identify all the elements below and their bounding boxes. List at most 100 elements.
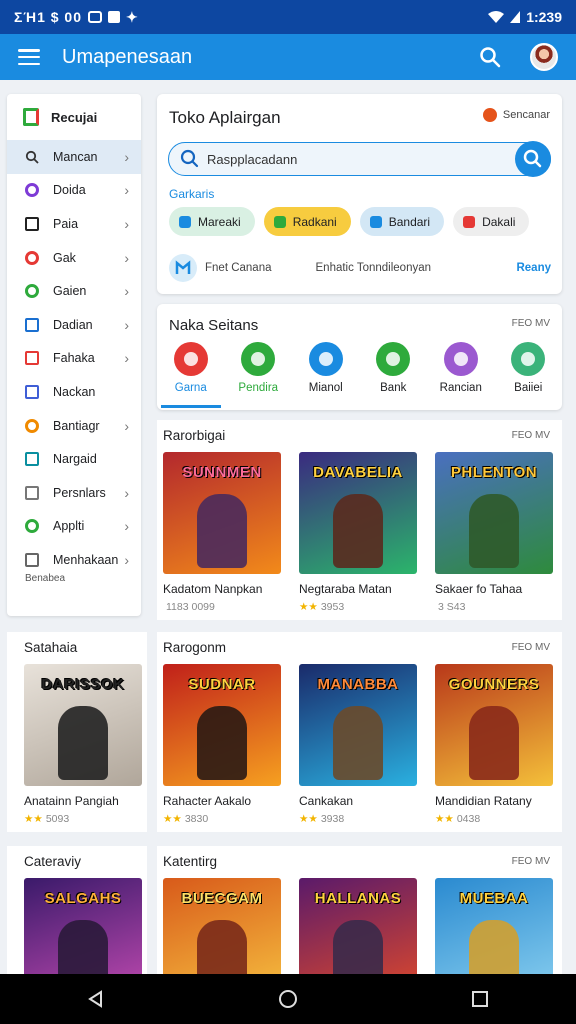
category-chip[interactable]: Mareaki [169,207,255,236]
star-rating: ★★ [435,813,454,825]
category-chip[interactable]: Bandari [359,207,445,236]
chevron-right-icon: › [124,283,129,300]
game-name: Mandidian Ratany [435,794,532,808]
game-meta: 1183 0099 [163,601,281,613]
sidebar-item[interactable]: Dadian › [7,308,141,342]
recents-button[interactable] [460,979,500,1019]
sidebar-item[interactable]: Paia › [7,207,141,241]
chip-label: Dakali [482,214,516,229]
sidebar-item[interactable]: Persnlars › [7,476,141,510]
game-card[interactable]: SUDNAR Rahacter Aakalo ★★ 3830 [163,664,281,825]
wifi-icon [488,11,505,23]
status-left: ΣΉ1 $ 00 ✦ [14,9,139,26]
menu-icon[interactable] [18,49,40,65]
cover-title: SUDNAR [188,676,256,693]
app-item[interactable]: Rancian [431,342,491,408]
game-section: Katentirg FEO MV BUECGAM HALLANAS MUEBAA [157,846,562,1000]
search-icon[interactable] [478,45,502,69]
notification-icon [108,11,121,23]
chevron-right-icon: › [124,518,129,535]
chat-icon [25,485,39,500]
game-cover: MANABBA [299,664,417,786]
sidebar-item[interactable]: Nargaid [7,442,141,476]
ready-link[interactable]: Reany [516,262,551,274]
game-meta-value: 3953 [320,601,345,613]
sidebar-item[interactable]: Gaien › [7,274,141,308]
chart-icon [25,317,39,332]
category-chip[interactable]: Radkani [263,207,351,236]
cover-title: SUNNMEN [182,464,262,481]
game-card[interactable]: MANABBA Cankakan ★★ 3938 [299,664,417,825]
home-button[interactable] [268,979,308,1019]
search-icon [25,150,39,164]
more-link[interactable]: FEO MV [512,318,550,329]
store-title: Toko Aplairgan [169,108,281,127]
app-item[interactable]: Garna [160,342,221,408]
app-item[interactable]: Bank [363,342,423,408]
document-icon [25,216,39,231]
sidebar-item-label: Nargaid [53,452,97,467]
game-card[interactable]: DARISSOK Anatainn Pangiah ★★ 5093 [24,664,142,825]
app-logo-icon [23,108,39,126]
game-meta: ★★ 0438 [435,813,553,825]
sidebar-item[interactable]: Menhakaan › [7,543,141,577]
game-name: Negtaraba Matan [299,582,392,596]
game-card[interactable]: DAVABELIA Negtaraba Matan ★★ 3953 [299,452,417,613]
category-chips: Mareaki Radkani Bandari Dakali [169,207,530,236]
back-button[interactable] [76,979,116,1019]
sidebar-item[interactable]: Mancan › [7,140,141,174]
game-meta: ★★ 3938 [299,813,417,825]
star-rating: ★★ [24,813,43,825]
game-meta-value: 3830 [184,813,209,825]
sidebar-item[interactable]: Gak › [7,241,141,275]
ring-icon [25,519,39,534]
play-icon [173,342,208,376]
signal-icon [510,11,521,23]
game-cover: DARISSOK [24,664,142,786]
star-rating: ★★ [299,601,318,613]
game-card[interactable]: SUNNMEN Kadatom Nanpkan 1183 0099 [163,452,281,613]
chevron-right-icon: › [124,316,129,333]
sidebar-header[interactable]: Recujai [7,94,141,140]
app-item[interactable]: Mianol [296,342,356,408]
game-card[interactable]: PHLENTON Sakaer fo Tahaa 3 S43 [435,452,553,613]
app-label: Mianol [308,382,343,394]
store-badge[interactable]: Sencanar [482,108,550,122]
sidebar-item[interactable]: Applti › [7,510,141,544]
app-item[interactable]: Baiiei [498,342,558,408]
status-right: 1:239 [488,9,562,25]
game-meta: ★★ 3830 [163,813,281,825]
sidebar-item[interactable]: Bantiagr › [7,409,141,443]
side-game-section: Satahaia DARISSOK Anatainn Pangiah ★★ 5093 [7,632,147,832]
more-link[interactable]: FEO MV [512,856,550,867]
sidebar-item-label: Nackan [53,384,96,399]
game-meta-value: 1183 0099 [166,601,215,613]
more-link[interactable]: FEO MV [512,642,550,653]
sidebar-item[interactable]: Nackan [7,375,141,409]
calendar-icon [25,351,39,366]
sidebar-item[interactable]: Doida › [7,174,141,208]
section-title: Katentirg [163,854,218,869]
chevron-right-icon: › [124,484,129,501]
recommended-title: Naka Seitans [169,317,259,334]
chevron-right-icon: › [124,350,129,367]
search-button[interactable] [515,141,551,177]
sidebar-item-label: Mancan [53,149,98,164]
sidebar-item-label: Bantiagr [53,418,100,433]
sidebar-item-label: Fahaka [53,351,95,366]
search-input[interactable] [207,151,507,167]
more-link[interactable]: FEO MV [512,430,550,441]
game-name: Cankakan [299,794,354,808]
category-chip[interactable]: Dakali [453,207,530,236]
search-box[interactable] [168,141,551,177]
chip-icon [463,215,476,228]
system-nav-bar [0,974,576,1024]
game-card[interactable]: GOUNNERS Mandidian Ratany ★★ 0438 [435,664,553,825]
app-label: Rancian [439,382,482,394]
sidebar: Recujai Mancan › Doida › Paia › Gak › Gaien › Dadi… [7,94,141,616]
character-figure [333,494,383,568]
avatar[interactable] [530,43,558,71]
app-item[interactable]: Pendira [228,342,288,408]
sidebar-item[interactable]: Fahaka › [7,342,141,376]
app-label: Bank [380,382,407,394]
